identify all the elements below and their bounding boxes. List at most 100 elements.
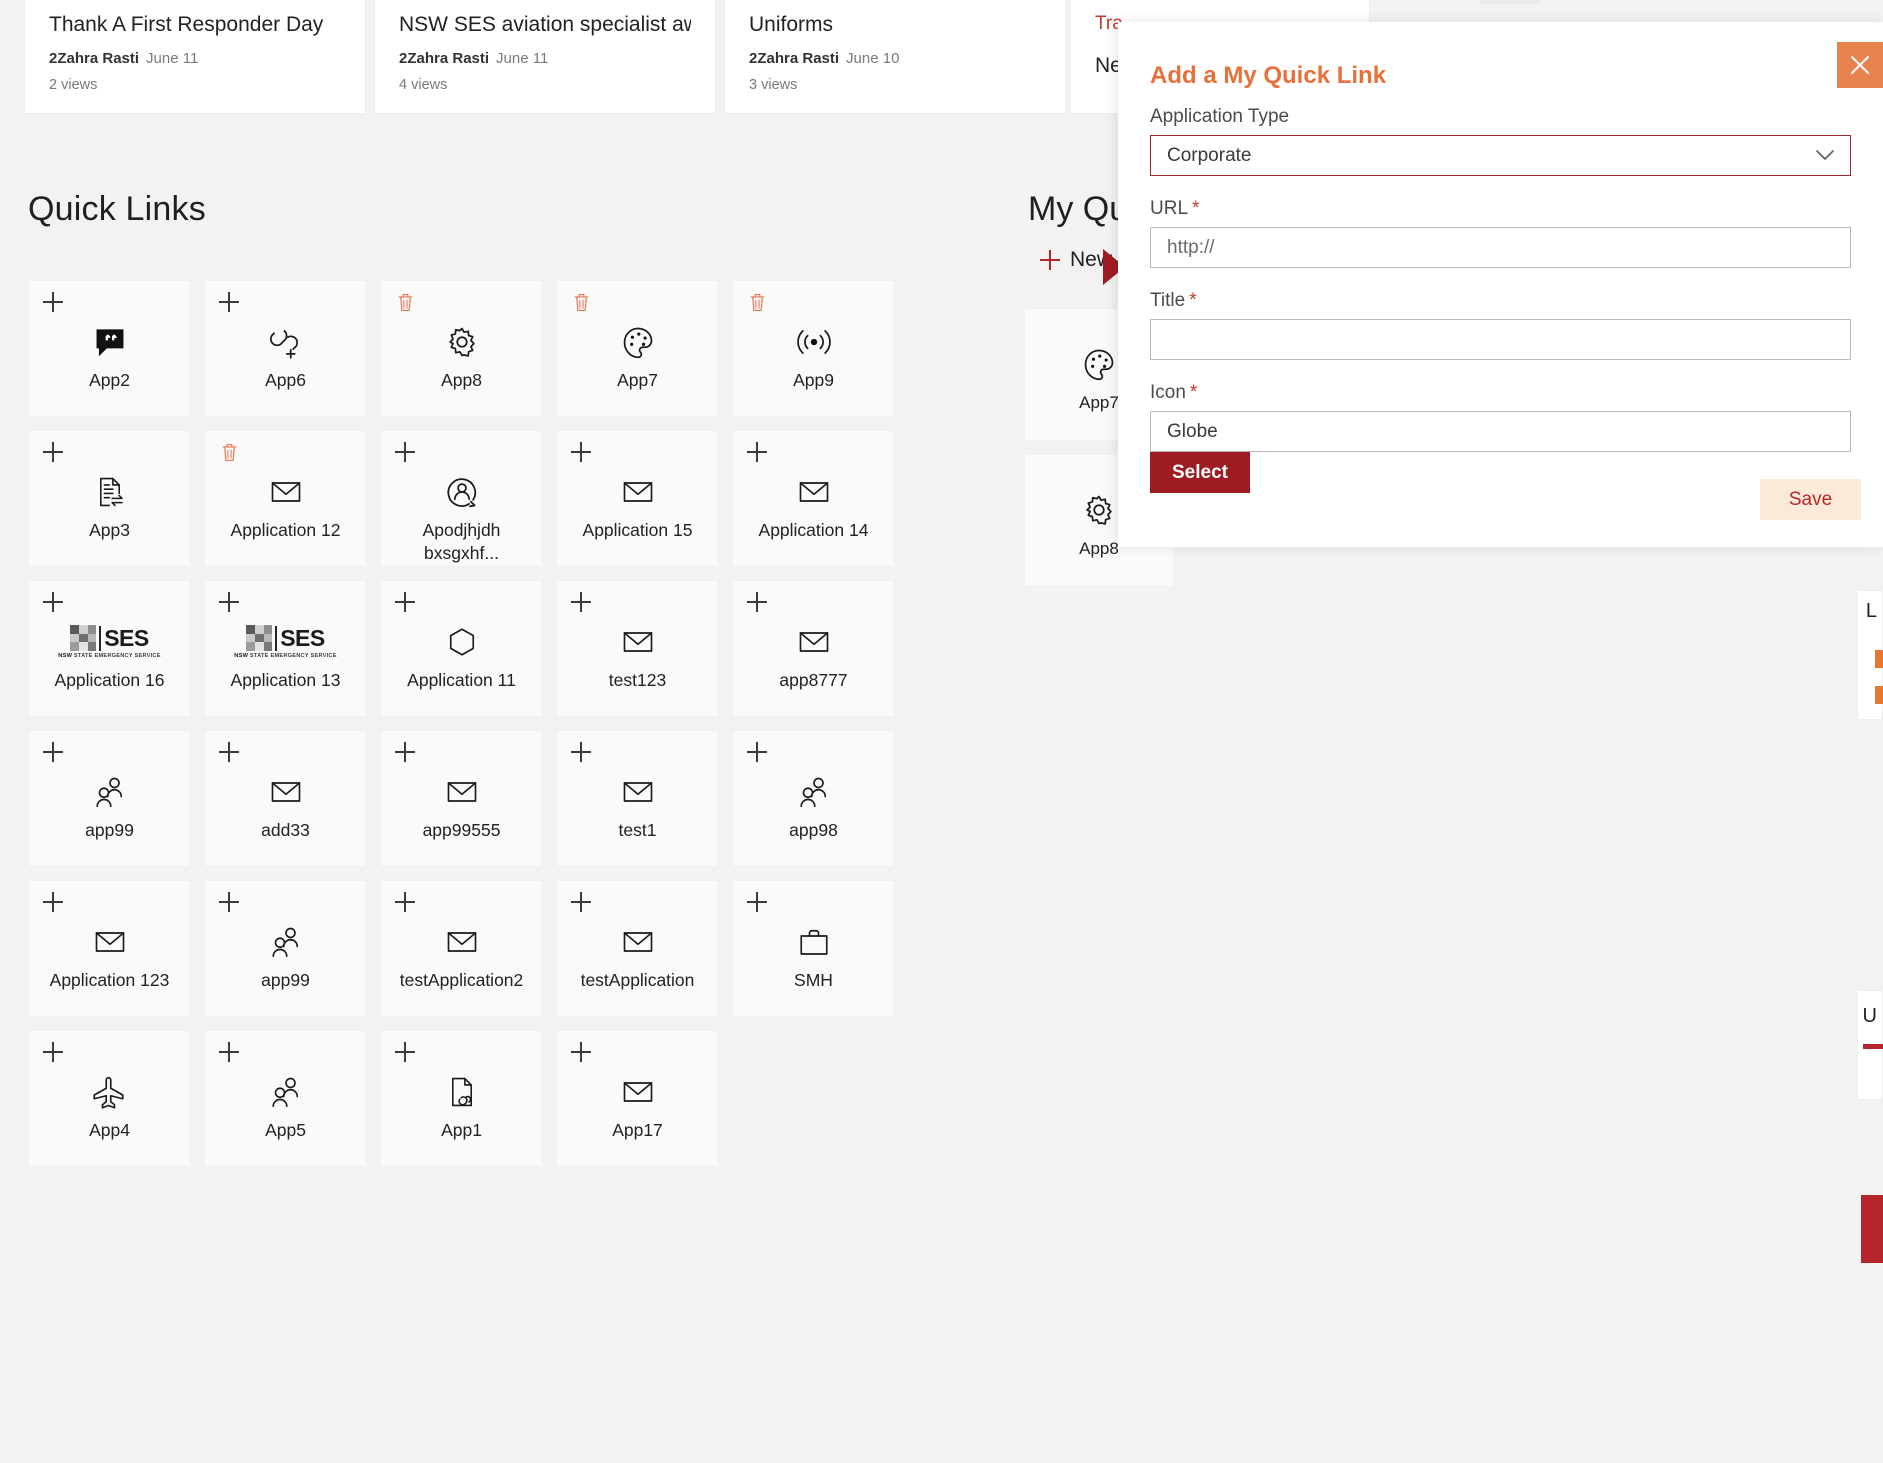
quick-link-tile[interactable]: Apodjhjdh bxsgxhf... (380, 430, 543, 567)
quick-link-tile[interactable]: Application 11 (380, 580, 543, 717)
quick-link-tile[interactable]: App6 (204, 280, 367, 417)
quick-link-tile[interactable]: App9 (732, 280, 895, 417)
plus-icon[interactable] (41, 590, 65, 614)
plus-icon[interactable] (41, 440, 65, 464)
plus-icon[interactable] (217, 590, 241, 614)
plus-icon[interactable] (393, 590, 417, 614)
quick-link-tile-label: SMH (744, 969, 884, 992)
plus-icon[interactable] (217, 1040, 241, 1064)
plus-icon[interactable] (745, 590, 769, 614)
news-card[interactable]: Thank A First Responder Day 2Zahra Rasti… (24, 0, 366, 114)
icon-required-asterisk: * (1190, 382, 1197, 403)
quick-link-tile[interactable]: test123 (556, 580, 719, 717)
trash-icon[interactable] (569, 290, 593, 314)
news-card-title: Thank A First Responder Day (49, 12, 341, 38)
plus-icon[interactable] (569, 740, 593, 764)
quick-link-tile-label: Application 15 (568, 519, 708, 542)
application-type-select[interactable]: Corporate (1150, 135, 1851, 176)
quick-link-tile-label: App7 (568, 369, 708, 392)
application-type-field: Application Type Corporate (1150, 106, 1851, 176)
plus-icon[interactable] (745, 440, 769, 464)
quick-link-tile[interactable]: App17 (556, 1030, 719, 1167)
plus-icon[interactable] (41, 740, 65, 764)
plus-icon[interactable] (393, 440, 417, 464)
quick-link-tile-label: App5 (216, 1119, 356, 1142)
quick-link-tile-label: Application 16 (40, 669, 180, 692)
quick-link-tile[interactable]: app99 (28, 730, 191, 867)
url-input[interactable]: http:// (1150, 227, 1851, 268)
news-card-meta: 2Zahra RastiJune 10 (749, 49, 1041, 68)
plus-icon[interactable] (393, 1040, 417, 1064)
url-label-text: URL (1150, 198, 1188, 219)
news-card-views: 4 views (399, 77, 691, 93)
icon-input[interactable]: Globe (1150, 411, 1851, 452)
plus-icon[interactable] (393, 740, 417, 764)
plus-icon[interactable] (41, 290, 65, 314)
plus-icon[interactable] (569, 1040, 593, 1064)
plus-icon[interactable] (217, 740, 241, 764)
trash-icon[interactable] (217, 440, 241, 464)
plus-icon[interactable] (41, 1040, 65, 1064)
quick-link-tile[interactable]: app99 (204, 880, 367, 1017)
quick-link-tile-label: app98 (744, 819, 884, 842)
mail-icon (620, 921, 656, 963)
news-card-meta: 2Zahra RastiJune 11 (399, 49, 691, 68)
mail-icon (92, 921, 128, 963)
quick-link-tile[interactable]: Application 12 (204, 430, 367, 567)
news-card-date: June 11 (496, 50, 548, 67)
url-label: URL* (1150, 198, 1851, 220)
quick-link-tile[interactable]: Application 123 (28, 880, 191, 1017)
airplane-icon (92, 1071, 128, 1113)
quick-link-tile-label: app99 (216, 969, 356, 992)
plus-icon[interactable] (745, 890, 769, 914)
plus-icon[interactable] (217, 290, 241, 314)
quick-link-tile[interactable]: App2 (28, 280, 191, 417)
new-quick-link-button[interactable]: New (1040, 248, 1112, 272)
plus-icon[interactable] (393, 890, 417, 914)
quick-link-tile[interactable]: SESNSW STATE EMERGENCY SERVICEApplicatio… (28, 580, 191, 717)
quick-link-tile-label: Apodjhjdh bxsgxhf... (392, 519, 532, 565)
tile-row: SESNSW STATE EMERGENCY SERVICEApplicatio… (28, 580, 908, 717)
plus-icon[interactable] (41, 890, 65, 914)
rail-red-block[interactable] (1861, 1195, 1883, 1263)
briefcase-icon (796, 921, 832, 963)
plus-icon[interactable] (745, 740, 769, 764)
plus-icon[interactable] (217, 890, 241, 914)
plus-icon[interactable] (569, 590, 593, 614)
quick-link-tile[interactable]: testApplication (556, 880, 719, 1017)
url-field: URL* http:// (1150, 198, 1851, 268)
select-icon-button[interactable]: Select (1150, 452, 1250, 493)
quick-link-tile[interactable]: App5 (204, 1030, 367, 1167)
quick-link-tile[interactable]: test1 (556, 730, 719, 867)
quick-link-tile[interactable]: App1 (380, 1030, 543, 1167)
close-icon[interactable] (1837, 42, 1883, 88)
quick-link-tile[interactable]: Application 15 (556, 430, 719, 567)
quick-link-tile[interactable]: app98 (732, 730, 895, 867)
quick-link-tile-label: Application 123 (40, 969, 180, 992)
quick-link-tile[interactable]: App7 (556, 280, 719, 417)
quick-link-tile[interactable]: add33 (204, 730, 367, 867)
quick-link-tile-label: Application 13 (216, 669, 356, 692)
mail-icon (796, 471, 832, 513)
quick-link-tile[interactable]: Application 14 (732, 430, 895, 567)
tile-row: app99add33app99555test1 app98 (28, 730, 908, 867)
save-button[interactable]: Save (1760, 479, 1861, 520)
plus-icon[interactable] (569, 440, 593, 464)
rail-label-l: L (1866, 600, 1877, 623)
news-card[interactable]: Uniforms 2Zahra RastiJune 10 3 views (724, 0, 1066, 114)
news-card[interactable]: NSW SES aviation specialist awarded 2Zah… (374, 0, 716, 114)
quick-link-tile[interactable]: SMH (732, 880, 895, 1017)
mail-icon (444, 921, 480, 963)
quick-link-tile[interactable]: App4 (28, 1030, 191, 1167)
trash-icon[interactable] (745, 290, 769, 314)
trash-icon[interactable] (393, 290, 417, 314)
quick-link-tile[interactable]: SESNSW STATE EMERGENCY SERVICEApplicatio… (204, 580, 367, 717)
title-input[interactable] (1150, 319, 1851, 360)
quick-link-tile[interactable]: app8777 (732, 580, 895, 717)
quick-link-tile[interactable]: app99555 (380, 730, 543, 867)
quick-link-tile[interactable]: App8 (380, 280, 543, 417)
quick-link-tile[interactable]: testApplication2 (380, 880, 543, 1017)
quick-link-tile[interactable]: App3 (28, 430, 191, 567)
news-card-title: NSW SES aviation specialist awarded (399, 12, 691, 38)
plus-icon[interactable] (569, 890, 593, 914)
